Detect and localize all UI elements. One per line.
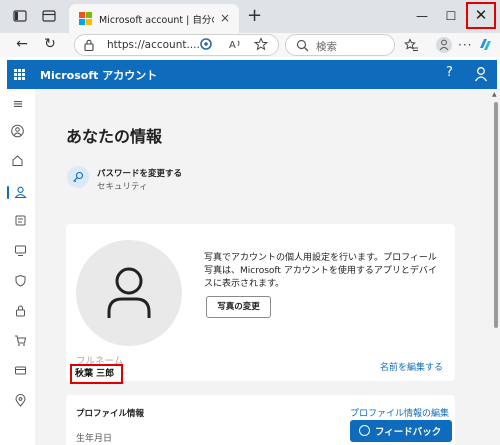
subscriptions-icon[interactable] (14, 214, 27, 227)
tab-close-button[interactable]: × (220, 11, 230, 25)
maximize-button[interactable]: ☐ (436, 0, 466, 33)
feedback-button[interactable]: フィードバック (350, 420, 452, 442)
security-label: セキュリティ (97, 182, 148, 192)
svg-text:A: A (229, 40, 236, 51)
avatar[interactable] (76, 240, 182, 346)
new-tab-button[interactable]: + (247, 6, 262, 26)
search-icon (296, 39, 309, 52)
payment-icon[interactable] (14, 334, 27, 347)
location-icon[interactable] (14, 394, 27, 407)
account-icon[interactable] (474, 66, 488, 82)
change-photo-button[interactable]: 写真の変更 (206, 296, 271, 318)
left-nav-rail: ≡ (7, 89, 29, 445)
rail-active-indicator (7, 186, 9, 199)
browser-titlebar: Microsoft account | 自分のプロフィール × + — ☐ ✕ (0, 0, 500, 33)
page-title: あなたの情報 (66, 127, 163, 146)
privacy-icon[interactable] (14, 304, 27, 317)
back-button[interactable]: ← (12, 33, 32, 57)
scroll-up-icon[interactable]: ▲ (492, 91, 497, 98)
key-icon (73, 171, 84, 183)
main-content: あなたの情報 パスワードを変更する セキュリティ 写真でアカウントの個人用設定を… (35, 89, 491, 445)
person-icon[interactable] (11, 124, 24, 138)
search-placeholder: 検索 (316, 41, 337, 53)
address-url[interactable]: https://account.... (107, 39, 200, 51)
profile-icon[interactable] (436, 37, 452, 53)
tab-title: Microsoft account | 自分のプロフィール (99, 15, 214, 26)
photo-description: 写真でアカウントの個人用設定を行います。プロフィール写真は、Microsoft … (204, 253, 437, 289)
fullname-value: 秋葉 三郎 (70, 364, 123, 384)
devices-icon[interactable] (14, 244, 27, 257)
ms-account-header: Microsoft アカウント ? (7, 60, 497, 89)
tracking-icon[interactable] (199, 37, 213, 51)
microsoft-logo-icon (79, 12, 92, 25)
profile-info-title: プロファイル情報 (76, 409, 145, 419)
person-avatar-icon (107, 267, 151, 318)
feedback-icon (359, 425, 370, 436)
help-button[interactable]: ? (446, 65, 453, 80)
scrollbar-thumb[interactable] (494, 102, 498, 328)
feedback-label: フィードバック (375, 427, 442, 438)
read-aloud-icon[interactable]: A (228, 37, 242, 51)
refresh-button[interactable]: ↻ (40, 33, 60, 57)
search-box[interactable]: 検索 (285, 34, 395, 56)
app-launcher-icon[interactable] (14, 69, 25, 80)
sidebar-tabs-icon[interactable] (12, 8, 28, 24)
window-close-button[interactable]: ✕ (466, 2, 496, 29)
favorites-icon[interactable] (404, 38, 419, 53)
your-info-icon[interactable] (14, 185, 27, 199)
edit-name-link[interactable]: 名前を編集する (380, 360, 443, 373)
home-icon[interactable] (11, 154, 24, 167)
password-link-icon-bg[interactable] (67, 166, 89, 188)
birthdate-label: 生年月日 (76, 434, 113, 444)
header-title[interactable]: Microsoft アカウント (40, 67, 157, 83)
workspaces-icon[interactable] (41, 8, 57, 24)
edit-profile-info-link[interactable]: プロファイル情報の編集 (350, 406, 449, 419)
favorite-icon[interactable] (254, 37, 268, 51)
address-bar[interactable]: https://account.... A (74, 34, 279, 56)
copilot-icon[interactable] (477, 36, 494, 53)
lock-icon[interactable] (84, 39, 94, 51)
more-icon[interactable]: ··· (458, 38, 472, 52)
menu-icon[interactable]: ≡ (7, 96, 29, 114)
security-icon[interactable] (14, 274, 27, 287)
orders-icon[interactable] (14, 364, 27, 377)
browser-toolbar: ← ↻ https://account.... A 検索 ··· (0, 33, 500, 57)
minimize-button[interactable]: — (407, 0, 437, 33)
browser-tab-active[interactable]: Microsoft account | 自分のプロフィール × (69, 4, 239, 33)
change-password-link[interactable]: パスワードを変更する (97, 167, 182, 179)
